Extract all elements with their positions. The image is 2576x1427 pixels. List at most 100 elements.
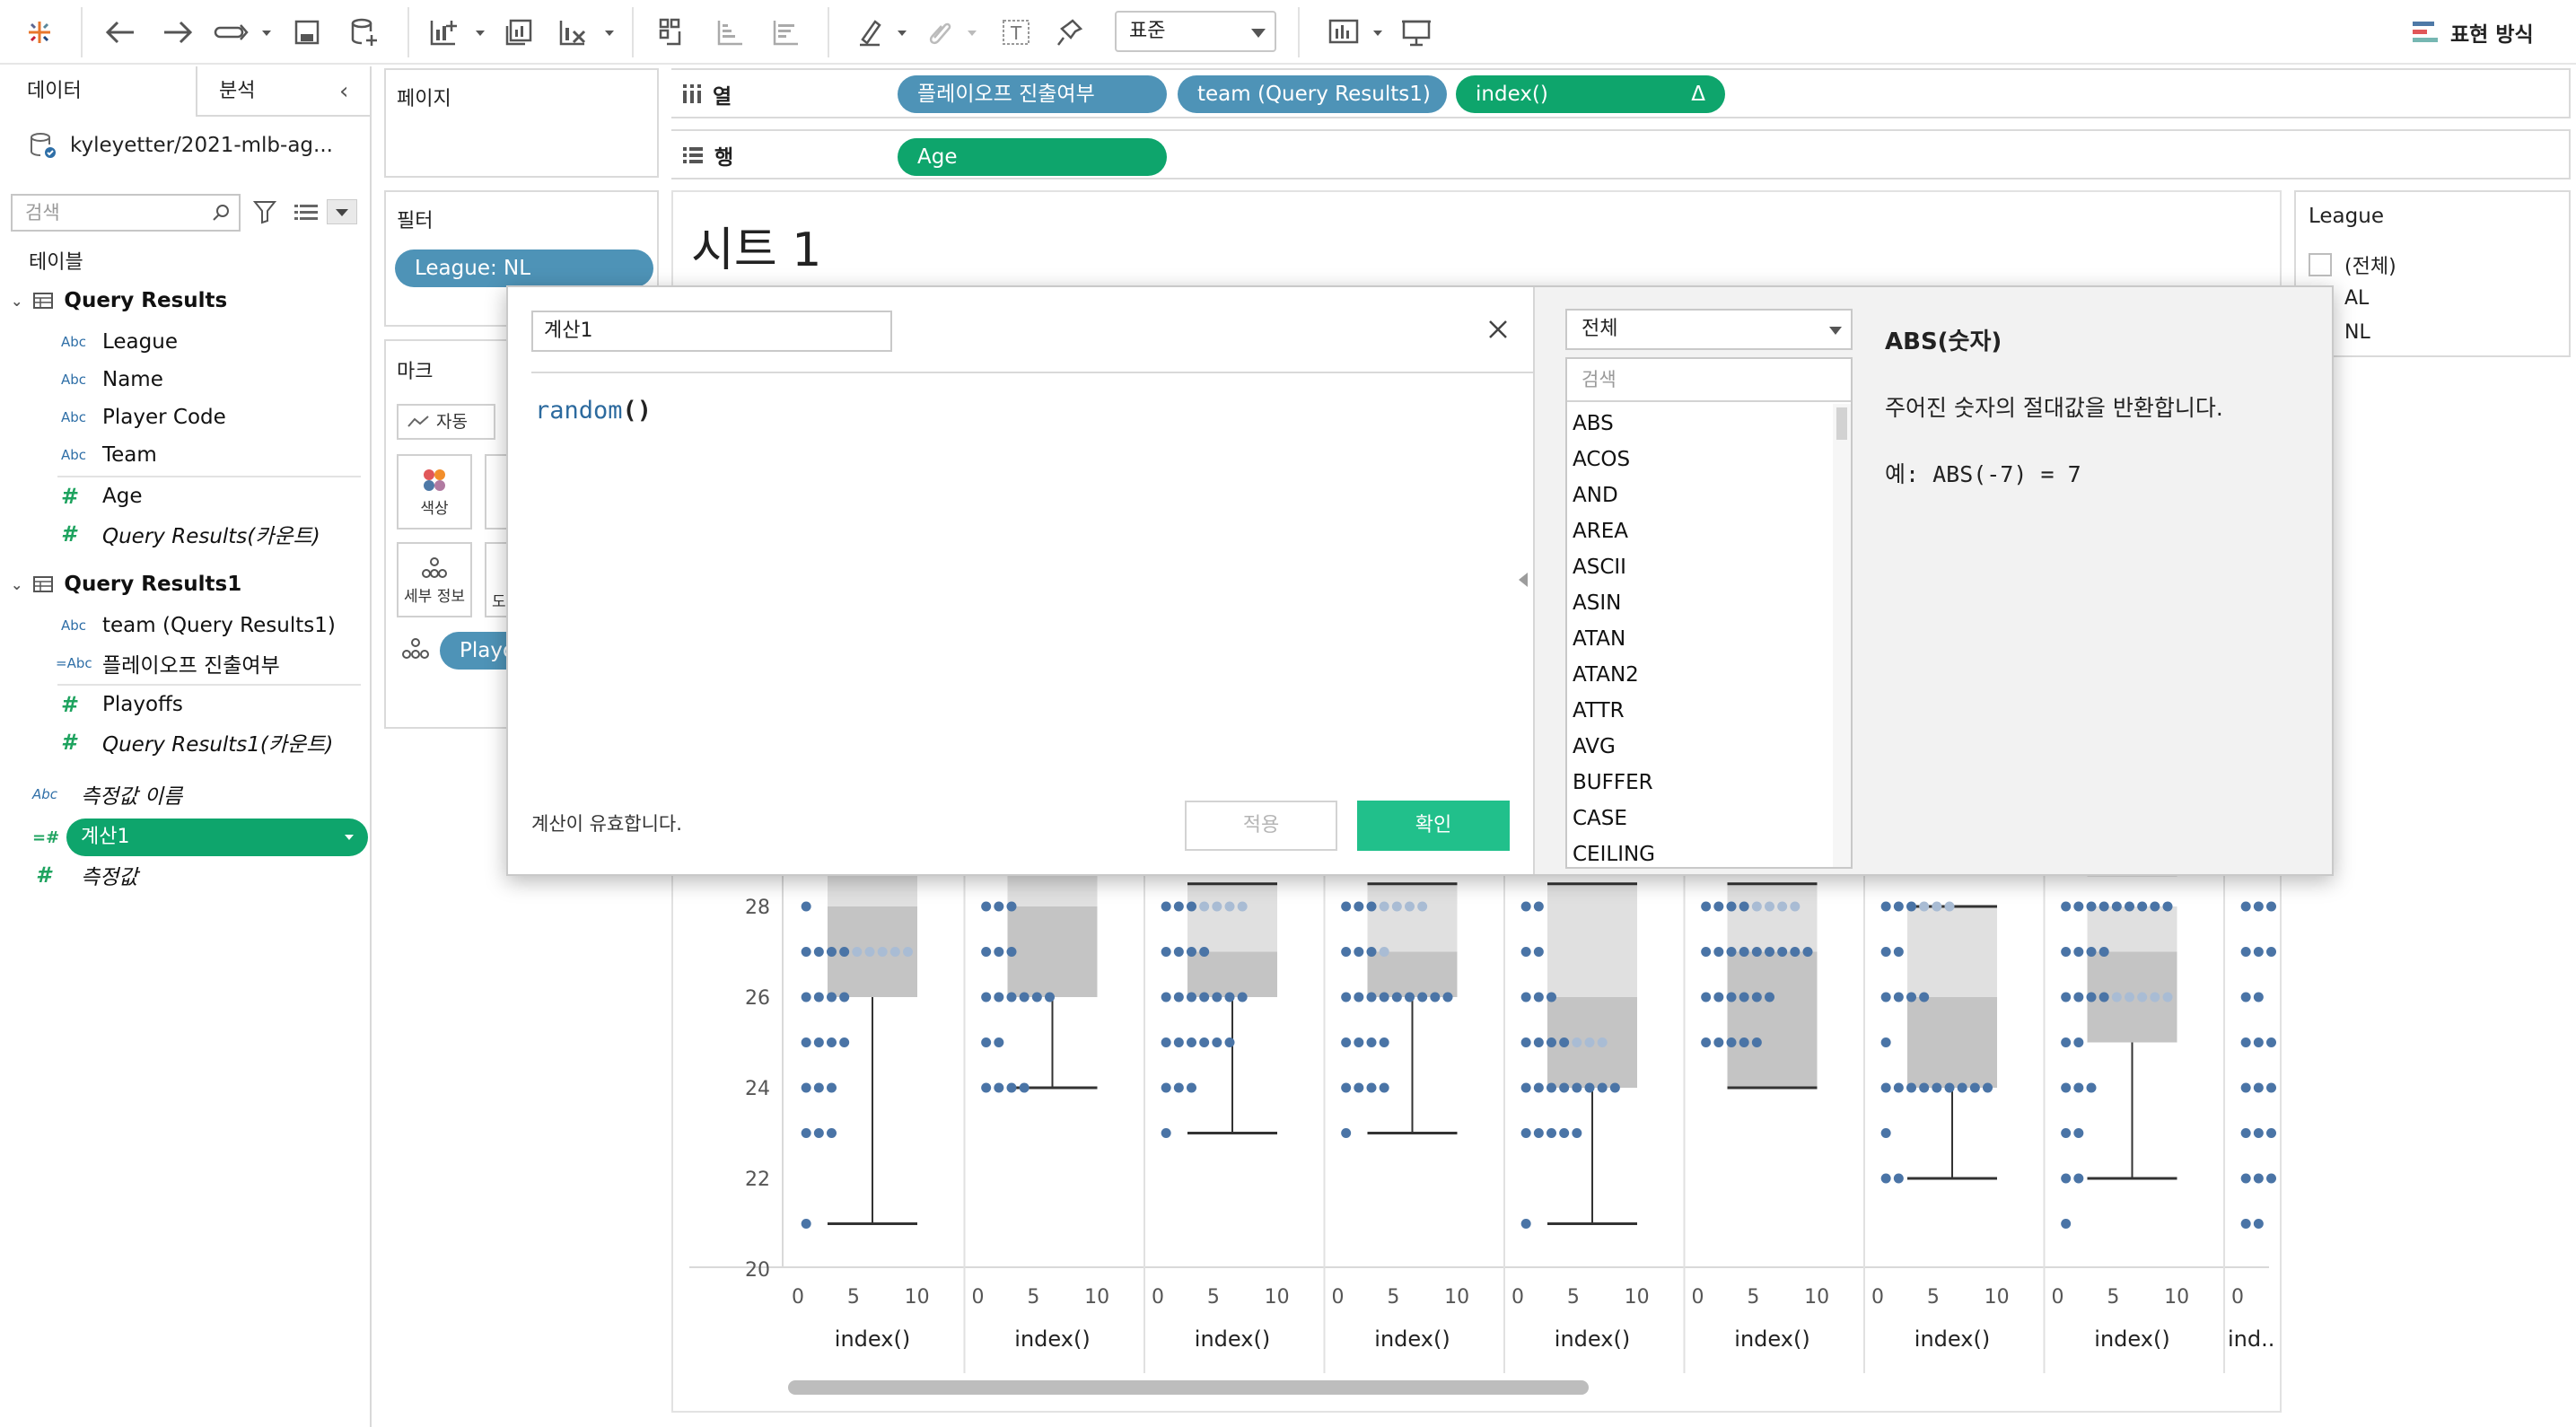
function-item-area[interactable]: AREA <box>1567 513 1833 549</box>
view-list-icon[interactable] <box>294 203 320 223</box>
field-age[interactable]: # Age <box>61 479 142 513</box>
league-filter-card[interactable]: League (전체) AL NL <box>2294 190 2571 357</box>
show-mark-labels-icon[interactable]: T <box>996 13 1036 52</box>
show-cards-icon[interactable] <box>1325 13 1364 52</box>
swap-rows-columns-icon[interactable] <box>653 13 693 52</box>
highlight-icon[interactable] <box>851 13 890 52</box>
function-item-ascii[interactable]: ASCII <box>1567 549 1833 585</box>
sort-ascending-icon[interactable] <box>709 13 749 52</box>
function-item-attr[interactable]: ATTR <box>1567 693 1833 729</box>
chevron-down-icon[interactable] <box>474 29 486 38</box>
field-player-code[interactable]: Abc Player Code <box>61 400 226 434</box>
view-options-dropdown[interactable] <box>327 199 357 224</box>
function-item-asin[interactable]: ASIN <box>1567 585 1833 621</box>
data-point <box>1442 992 1453 1002</box>
sheet-title[interactable]: 시트 1 <box>691 212 821 279</box>
redirect-icon[interactable] <box>212 13 251 52</box>
field-measure-names[interactable]: Abc 측정값 이름 <box>32 777 182 811</box>
collapse-functions-icon[interactable] <box>1519 573 1528 587</box>
function-item-case[interactable]: CASE <box>1567 801 1833 836</box>
horizontal-scrollbar[interactable] <box>788 1380 1589 1395</box>
field-search-input[interactable]: 검색 <box>11 194 241 232</box>
calc-name-input[interactable]: 계산1 <box>531 311 892 352</box>
function-item-atan[interactable]: ATAN <box>1567 621 1833 657</box>
new-datasource-icon[interactable] <box>345 13 384 52</box>
duplicate-sheet-icon[interactable] <box>499 13 539 52</box>
tables-label: 테이블 <box>29 251 83 274</box>
collapse-pane-icon[interactable]: ‹ <box>339 80 348 103</box>
new-worksheet-icon[interactable] <box>424 13 463 52</box>
chevron-down-icon[interactable] <box>966 29 978 38</box>
group-members-icon[interactable] <box>921 13 960 52</box>
data-point <box>1161 1082 1171 1093</box>
function-item-atan2[interactable]: ATAN2 <box>1567 657 1833 693</box>
field-measure-values[interactable]: # 측정값 <box>36 858 137 892</box>
fit-select[interactable]: 표준 <box>1115 11 1276 52</box>
datasource-icon <box>31 133 56 158</box>
tableau-logo-icon[interactable] <box>20 13 59 52</box>
league-option-al[interactable]: AL <box>2344 287 2369 310</box>
chevron-down-icon[interactable] <box>1371 29 1384 38</box>
columns-pill-playoff[interactable]: 플레이오프 진출여부 <box>898 75 1167 113</box>
tab-analysis[interactable]: 분석 <box>199 66 334 117</box>
apply-button[interactable]: 적용 <box>1185 801 1337 851</box>
table-query-results[interactable]: ⌄ Query Results <box>11 289 227 312</box>
rows-shelf[interactable]: 행 Age <box>671 129 2571 179</box>
table-query-results1[interactable]: ⌄ Query Results1 <box>11 573 241 596</box>
detail-shelf[interactable]: 세부 정보 <box>397 542 472 617</box>
field-query-results-count[interactable]: # Query Results(카운트) <box>61 517 320 551</box>
calculation-dialog[interactable]: 계산1 random() 계산이 유효합니다. 적용 확인 전체 검색 ABS A… <box>506 285 2334 876</box>
presentation-mode-icon[interactable] <box>1397 13 1436 52</box>
function-list-scrollbar[interactable] <box>1833 404 1851 867</box>
columns-pill-index[interactable]: index() Δ <box>1456 75 1725 113</box>
function-item-ceiling[interactable]: CEILING <box>1567 836 1833 867</box>
function-item-acos[interactable]: ACOS <box>1567 442 1833 477</box>
function-category-select[interactable]: 전체 <box>1565 309 1853 350</box>
chevron-down-icon[interactable] <box>260 29 273 38</box>
chevron-down-icon[interactable] <box>896 29 908 38</box>
close-icon[interactable] <box>1485 316 1511 343</box>
chevron-down-icon[interactable] <box>603 29 616 38</box>
mark-type-select[interactable]: 자동 <box>397 404 495 440</box>
redo-icon[interactable] <box>158 13 197 52</box>
field-playoff-status[interactable]: =Abc 플레이오프 진출여부 <box>56 646 280 680</box>
league-option-nl[interactable]: NL <box>2344 321 2370 344</box>
datasource-item[interactable]: kyleyetter/2021-mlb-ag... <box>29 127 333 163</box>
function-item-buffer[interactable]: BUFFER <box>1567 765 1833 801</box>
data-point <box>813 992 824 1002</box>
function-item-and[interactable]: AND <box>1567 477 1833 513</box>
columns-shelf[interactable]: 열 플레이오프 진출여부 team (Query Results1) index… <box>671 68 2571 118</box>
pin-axis-icon[interactable] <box>1050 13 1090 52</box>
columns-pill-team[interactable]: team (Query Results1) <box>1178 75 1447 113</box>
undo-icon[interactable] <box>101 13 140 52</box>
filter-pill-league[interactable]: League: NL <box>395 250 653 287</box>
field-playoffs[interactable]: # Playoffs <box>61 687 183 722</box>
rows-pill-age[interactable]: Age <box>898 138 1167 176</box>
data-point <box>2240 1037 2251 1047</box>
ok-button[interactable]: 확인 <box>1357 801 1510 851</box>
function-item-abs[interactable]: ABS <box>1567 406 1833 442</box>
function-item-avg[interactable]: AVG <box>1567 729 1833 765</box>
checkbox[interactable] <box>2309 253 2332 276</box>
league-option-all[interactable]: (전체) <box>2309 251 2396 278</box>
tab-data[interactable]: 데이터 <box>0 66 197 117</box>
chevron-down-icon[interactable] <box>343 833 355 842</box>
scrollbar-thumb[interactable] <box>1836 407 1847 440</box>
data-point <box>1533 901 1544 912</box>
field-team-query-results1[interactable]: Abc team (Query Results1) <box>61 608 336 643</box>
sort-descending-icon[interactable] <box>765 13 804 52</box>
field-league[interactable]: Abc League <box>61 325 178 359</box>
pages-card[interactable]: 페이지 <box>384 68 659 178</box>
box-plot-chart[interactable]: 28 26 24 22 20 0 5 10 index() 0 5 10 index() 0 5 10 inde… <box>671 862 2282 1411</box>
save-icon[interactable] <box>287 13 327 52</box>
filter-icon[interactable] <box>253 199 276 224</box>
function-search-input[interactable]: 검색 <box>1567 359 1851 402</box>
show-me-button[interactable]: 표현 방식 <box>2411 16 2534 48</box>
field-query-results1-count[interactable]: # Query Results1(카운트) <box>61 725 333 759</box>
field-name[interactable]: Abc Name <box>61 363 163 397</box>
formula-editor[interactable]: random() <box>535 397 652 425</box>
field-calc1-selected[interactable]: 계산1 <box>66 819 368 856</box>
color-shelf[interactable]: 색상 <box>397 454 472 530</box>
field-team[interactable]: Abc Team <box>61 438 157 472</box>
clear-sheet-icon[interactable] <box>553 13 592 52</box>
